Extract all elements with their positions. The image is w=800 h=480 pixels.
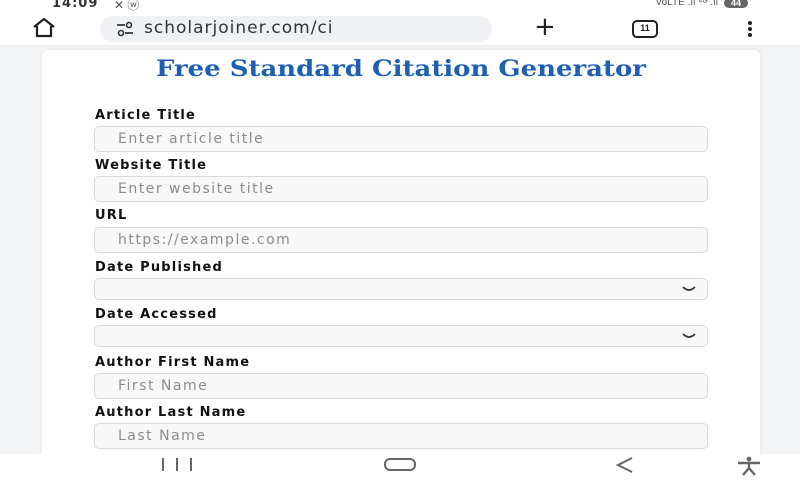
website-title-field[interactable] [94,176,708,202]
signal-icon: VoLTE .ıl ⁴ᴳ .ıl [655,0,718,8]
address-bar[interactable]: scholarjoiner.com/ci [100,16,492,42]
status-right-group: VoLTE .ıl ⁴ᴳ .ıl 44 [656,0,748,8]
chevron-down-icon [682,286,696,291]
accessibility-icon[interactable] [736,456,762,476]
url-text[interactable]: scholarjoiner.com/ci [144,18,334,38]
citation-form-card: Free Standard Citation Generator Article… [42,50,760,460]
new-tab-icon[interactable]: + [534,13,556,41]
author-first-name-label: Author First Name [95,355,251,370]
chevron-down-icon [682,333,696,338]
author-first-name-field[interactable] [94,373,708,399]
article-title-input[interactable] [95,127,707,151]
date-accessed-label: Date Accessed [95,307,218,322]
author-last-name-field[interactable] [94,423,708,449]
date-published-select[interactable] [94,278,708,300]
battery-icon: 44 [723,0,748,8]
date-published-label: Date Published [95,260,224,275]
date-accessed-select[interactable] [94,325,708,347]
home-icon[interactable] [32,18,56,38]
url-label: URL [95,208,128,223]
recents-icon[interactable] [162,458,192,474]
tab-switcher-button[interactable]: 11 [632,20,658,38]
system-navigation-bar [0,454,800,480]
website-title-input[interactable] [95,177,707,201]
author-last-name-label: Author Last Name [95,405,247,420]
article-title-label: Article Title [95,108,197,123]
author-last-name-input[interactable] [95,424,707,448]
author-first-name-input[interactable] [95,374,707,398]
back-icon[interactable] [614,456,636,474]
website-title-label: Website Title [95,158,208,173]
home-pill-icon[interactable] [384,458,416,471]
browser-toolbar: scholarjoiner.com/ci + 11 [0,12,800,46]
site-settings-icon[interactable] [116,21,134,37]
status-time: 14:09 [52,0,99,11]
url-input[interactable] [95,228,707,252]
status-bar: 14:09 ✕ ⓦ VoLTE .ıl ⁴ᴳ .ıl 44 [0,0,800,12]
menu-icon[interactable] [744,20,756,38]
page-title: Free Standard Citation Generator [156,56,646,82]
article-title-field[interactable] [94,126,708,152]
url-field[interactable] [94,227,708,253]
